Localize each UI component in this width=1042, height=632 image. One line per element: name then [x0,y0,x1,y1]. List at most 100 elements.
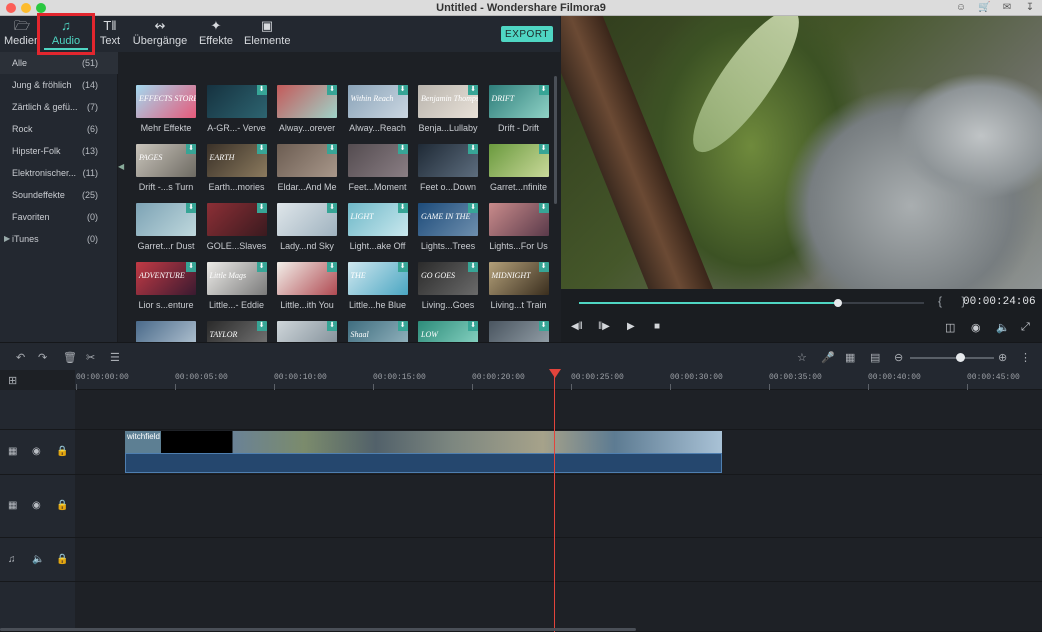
video-clip[interactable]: witchfield [125,431,722,453]
download-icon[interactable]: ↧ [1024,1,1036,14]
stop-icon[interactable]: ■ [654,321,660,332]
media-thumbnail[interactable]: Little Mags ⬇ [206,262,267,295]
eye-icon[interactable]: ◉ [32,446,41,457]
category-item[interactable]: Soundeffekte (25) [0,184,118,206]
download-icon[interactable]: ⬇ [327,144,337,154]
media-thumbnail[interactable]: Shaal ⬇ [347,321,408,342]
category-item[interactable]: Elektronischer... (11) [0,162,118,184]
cut-icon[interactable]: ✂ [86,351,95,364]
download-icon[interactable]: ⬇ [186,203,196,213]
media-thumbnail[interactable]: LOW ⬇ [418,321,478,342]
media-thumbnail[interactable]: ⬇ [206,203,267,236]
user-icon[interactable]: ☺ [955,1,967,14]
redo-icon[interactable]: ↷ [38,351,47,364]
timeline-scrollbar[interactable] [0,628,636,631]
tab-medien[interactable]: 🗁 Medien [4,16,40,52]
media-thumbnail[interactable]: ⬇ [277,321,337,342]
tab-effekte[interactable]: ✦ Effekte [196,16,236,52]
media-thumbnail[interactable]: ⬇ [277,262,337,295]
microphone-icon[interactable]: 🎤 [821,351,835,364]
tab-elemente[interactable]: ▣ Elemente [244,16,290,52]
media-thumbnail[interactable]: ⬇ [277,203,337,236]
step-back-icon[interactable]: ◀‖ [571,321,583,332]
lock-icon[interactable]: 🔒 [56,500,68,511]
download-icon[interactable]: ⬇ [256,262,267,272]
media-thumbnail[interactable]: Within Reach ⬇ [347,85,408,118]
timeline-zoom-slider[interactable] [910,353,994,362]
playhead-marker[interactable] [549,369,561,378]
media-thumbnail[interactable]: ⬇ [347,144,408,177]
play-icon[interactable]: ▶ [627,321,635,332]
download-icon[interactable]: ⬇ [538,321,549,331]
media-thumbnail[interactable]: PAGES ⬇ [136,144,196,177]
download-icon[interactable]: ⬇ [538,203,549,213]
media-thumbnail[interactable]: THE ⬇ [347,262,408,295]
clip-audio-waveform[interactable] [125,453,722,473]
media-thumbnail[interactable]: GAME IN THE ⬇ [418,203,478,236]
mail-icon[interactable]: ✉ [1001,1,1013,14]
download-icon[interactable]: ⬇ [538,85,549,95]
category-item[interactable]: Jung & fröhlich (14) [0,74,118,96]
speaker-icon[interactable]: 🔈 [32,554,44,565]
export-button[interactable]: EXPORT [501,26,553,42]
download-icon[interactable]: ⬇ [468,85,478,95]
category-item[interactable]: Rock (6) [0,118,118,140]
playhead-line[interactable] [554,376,555,632]
marker-icon[interactable]: ☆ [797,351,807,364]
media-thumbnail[interactable]: MIDNIGHT ⬇ [488,262,549,295]
video-track-2[interactable] [75,475,1042,538]
download-icon[interactable]: ⬇ [397,85,408,95]
media-thumbnail[interactable] [136,321,196,342]
download-icon[interactable]: ⬇ [256,144,267,154]
zoom-out-icon[interactable]: ⊖ [894,351,903,364]
voiceover-icon[interactable]: ▦ [845,351,855,364]
lock-icon[interactable]: 🔒 [56,446,68,457]
media-thumbnail[interactable]: EARTH ⬇ [206,144,267,177]
eye-icon[interactable]: ◉ [32,500,41,511]
download-icon[interactable]: ⬇ [397,321,408,331]
audio-track[interactable] [75,538,1042,582]
media-thumbnail[interactable]: EFFECTS STORE [136,85,196,118]
volume-icon[interactable]: 🔈 [996,321,1010,334]
category-item[interactable]: Favoriten (0) [0,206,118,228]
media-thumbnail[interactable]: ⬇ [277,85,337,118]
playback-scrubber[interactable] [579,299,924,307]
download-icon[interactable]: ⬇ [256,85,267,95]
category-item[interactable]: Alle (51) [0,52,118,74]
media-thumbnail[interactable]: GO GOES ⬇ [418,262,478,295]
download-icon[interactable]: ⬇ [468,321,478,331]
media-thumbnail[interactable]: ⬇ [418,144,478,177]
download-icon[interactable]: ⬇ [327,262,337,272]
download-icon[interactable]: ⬇ [397,144,408,154]
download-icon[interactable]: ⬇ [186,262,196,272]
media-thumbnail[interactable]: TAYLOR ⬇ [206,321,267,342]
expand-arrow-icon[interactable]: ▶ [4,228,10,250]
download-icon[interactable]: ⬇ [468,144,478,154]
delete-icon[interactable]: 🗑 [63,351,77,364]
tab-audio[interactable]: ♫ Audio [46,16,86,52]
cart-icon[interactable]: 🛒 [978,1,990,14]
download-icon[interactable]: ⬇ [538,262,549,272]
download-icon[interactable]: ⬇ [327,203,337,213]
render-icon[interactable]: ▤ [870,351,880,364]
play-pause-icon[interactable]: ‖▶ [598,321,610,332]
download-icon[interactable]: ⬇ [327,85,337,95]
collapse-sidebar-icon[interactable]: ◀ [118,162,124,171]
media-thumbnail[interactable]: ⬇ [136,203,196,236]
zoom-in-icon[interactable]: ⊕ [998,351,1007,364]
media-thumbnail[interactable]: ⬇ [488,203,549,236]
category-item[interactable]: Hipster-Folk (13) [0,140,118,162]
download-icon[interactable]: ⬇ [327,321,337,331]
media-thumbnail[interactable]: ⬇ [206,85,267,118]
media-thumbnail[interactable]: Benjamin Thompson⬇ [418,85,478,118]
playback-knob[interactable] [833,299,842,307]
snapshot-icon[interactable]: ◉ [971,321,981,334]
media-thumbnail[interactable]: ⬇ [277,144,337,177]
download-icon[interactable]: ⬇ [468,262,478,272]
undo-icon[interactable]: ↶ [16,351,25,364]
category-item[interactable]: ▶ iTunes (0) [0,228,118,250]
tab-text[interactable]: T‖ Text [96,16,124,52]
media-thumbnail[interactable]: ⬇ [488,144,549,177]
media-scrollbar[interactable] [554,76,557,204]
category-item[interactable]: Zärtlich & gefü... (7) [0,96,118,118]
